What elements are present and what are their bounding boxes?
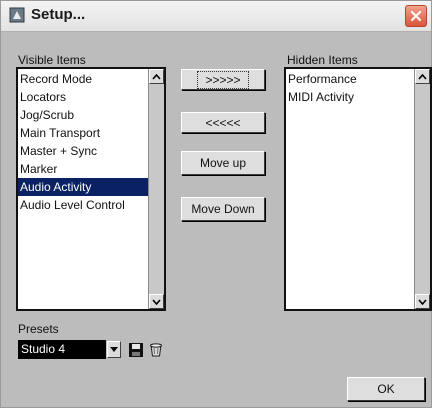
move-right-button[interactable]: >>>>> [181,69,265,90]
scroll-down-button[interactable] [415,294,430,309]
visible-items-list[interactable]: Record Mode Locators Jog/Scrub Main Tran… [16,67,166,311]
list-item[interactable]: Marker [18,160,149,178]
visible-items-label: Visible Items [18,53,86,67]
move-left-button[interactable]: <<<<< [181,112,265,133]
list-item[interactable]: Jog/Scrub [18,106,149,124]
ok-label: OK [377,382,395,396]
presets-selected-value[interactable]: Studio 4 [18,340,106,359]
delete-icon[interactable] [148,342,164,358]
list-item[interactable]: Record Mode [18,70,149,88]
list-item[interactable]: Locators [18,88,149,106]
scroll-up-button[interactable] [415,69,430,84]
window-app-icon [9,7,25,23]
move-down-label: Move Down [191,202,255,216]
window-title: Setup... [31,6,86,23]
scroll-up-button[interactable] [149,69,164,84]
chevron-up-icon [152,73,161,80]
presets-dropdown-button[interactable] [107,341,121,358]
close-button[interactable] [405,5,427,27]
chevron-up-icon [418,73,427,80]
list-item[interactable]: Main Transport [18,124,149,142]
list-item[interactable]: Performance [286,70,415,88]
list-item[interactable]: Master + Sync [18,142,149,160]
move-up-button[interactable]: Move up [181,151,265,175]
list-item[interactable]: Audio Level Control [18,196,149,214]
move-up-label: Move up [199,156,247,170]
close-icon [410,10,422,22]
ok-button[interactable]: OK [347,377,425,401]
presets-dropdown[interactable]: Studio 4 [18,340,121,359]
presets-label: Presets [18,322,59,336]
save-icon[interactable] [128,342,144,358]
chevron-down-icon [110,347,118,352]
move-right-label: >>>>> [197,70,249,89]
chevron-down-icon [152,298,161,305]
move-left-label: <<<<< [205,115,241,130]
title-bar[interactable]: Setup... [1,1,431,32]
setup-dialog: Setup... Visible Items Record Mode Locat… [0,0,432,408]
hidden-items-scrollbar[interactable] [414,69,430,309]
list-item[interactable]: MIDI Activity [286,88,415,106]
list-item-selected[interactable]: Audio Activity [18,178,149,196]
hidden-items-list[interactable]: Performance MIDI Activity [284,67,432,311]
chevron-down-icon [418,298,427,305]
visible-items-scrollbar[interactable] [148,69,164,309]
hidden-items-label: Hidden Items [287,53,358,67]
move-down-button[interactable]: Move Down [181,197,265,221]
scroll-down-button[interactable] [149,294,164,309]
